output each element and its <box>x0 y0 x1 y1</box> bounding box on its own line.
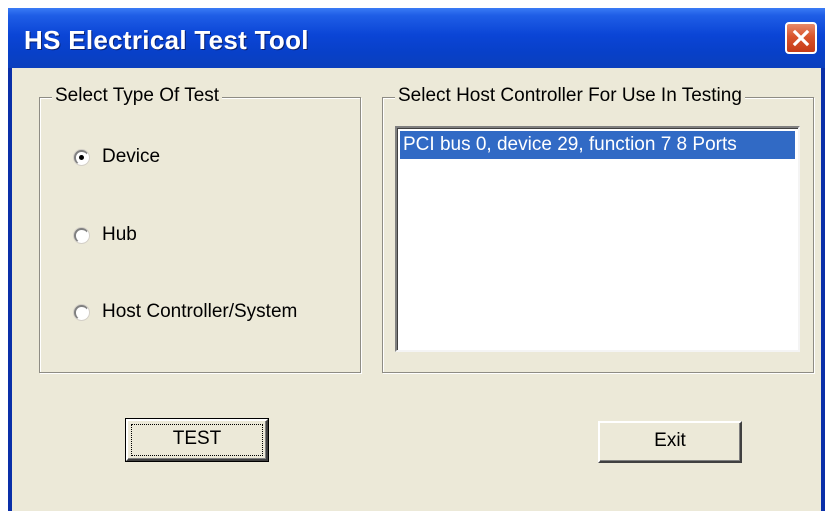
radio-selected-dot <box>79 154 84 160</box>
dialog-window: HS Electrical Test Tool Select Type Of T… <box>8 8 825 511</box>
radio-label-device: Device <box>102 146 161 167</box>
host-controller-group: Select Host Controller For Use In Testin… <box>382 85 814 373</box>
test-type-group: Select Type Of Test Device Hub Host Cont… <box>39 85 361 373</box>
test-button-label: TEST <box>172 428 222 449</box>
list-item[interactable]: PCI bus 0, device 29, function 7 8 Ports <box>400 131 795 159</box>
dialog-client-area: Select Type Of Test Device Hub Host Cont… <box>12 68 821 511</box>
close-button[interactable] <box>785 22 817 54</box>
window-title: HS Electrical Test Tool <box>24 25 309 55</box>
radio-label-host-controller: Host Controller/System <box>102 301 298 322</box>
radio-option-device[interactable]: Device <box>74 145 160 169</box>
test-button[interactable]: TEST <box>125 418 269 462</box>
radio-button-host-controller[interactable] <box>74 304 89 320</box>
exit-button[interactable]: Exit <box>598 421 742 463</box>
host-controller-listbox[interactable]: PCI bus 0, device 29, function 7 8 Ports <box>395 126 800 352</box>
radio-option-host-controller[interactable]: Host Controller/System <box>74 300 297 324</box>
radio-button-device[interactable] <box>74 149 89 165</box>
test-type-legend: Select Type Of Test <box>52 85 223 107</box>
close-icon <box>792 29 810 47</box>
radio-button-hub[interactable] <box>74 227 89 243</box>
title-bar[interactable]: HS Electrical Test Tool <box>8 8 825 68</box>
radio-label-hub: Hub <box>102 224 137 245</box>
host-controller-legend: Select Host Controller For Use In Testin… <box>395 85 745 107</box>
exit-button-label: Exit <box>654 430 686 451</box>
radio-option-hub[interactable]: Hub <box>74 223 137 247</box>
